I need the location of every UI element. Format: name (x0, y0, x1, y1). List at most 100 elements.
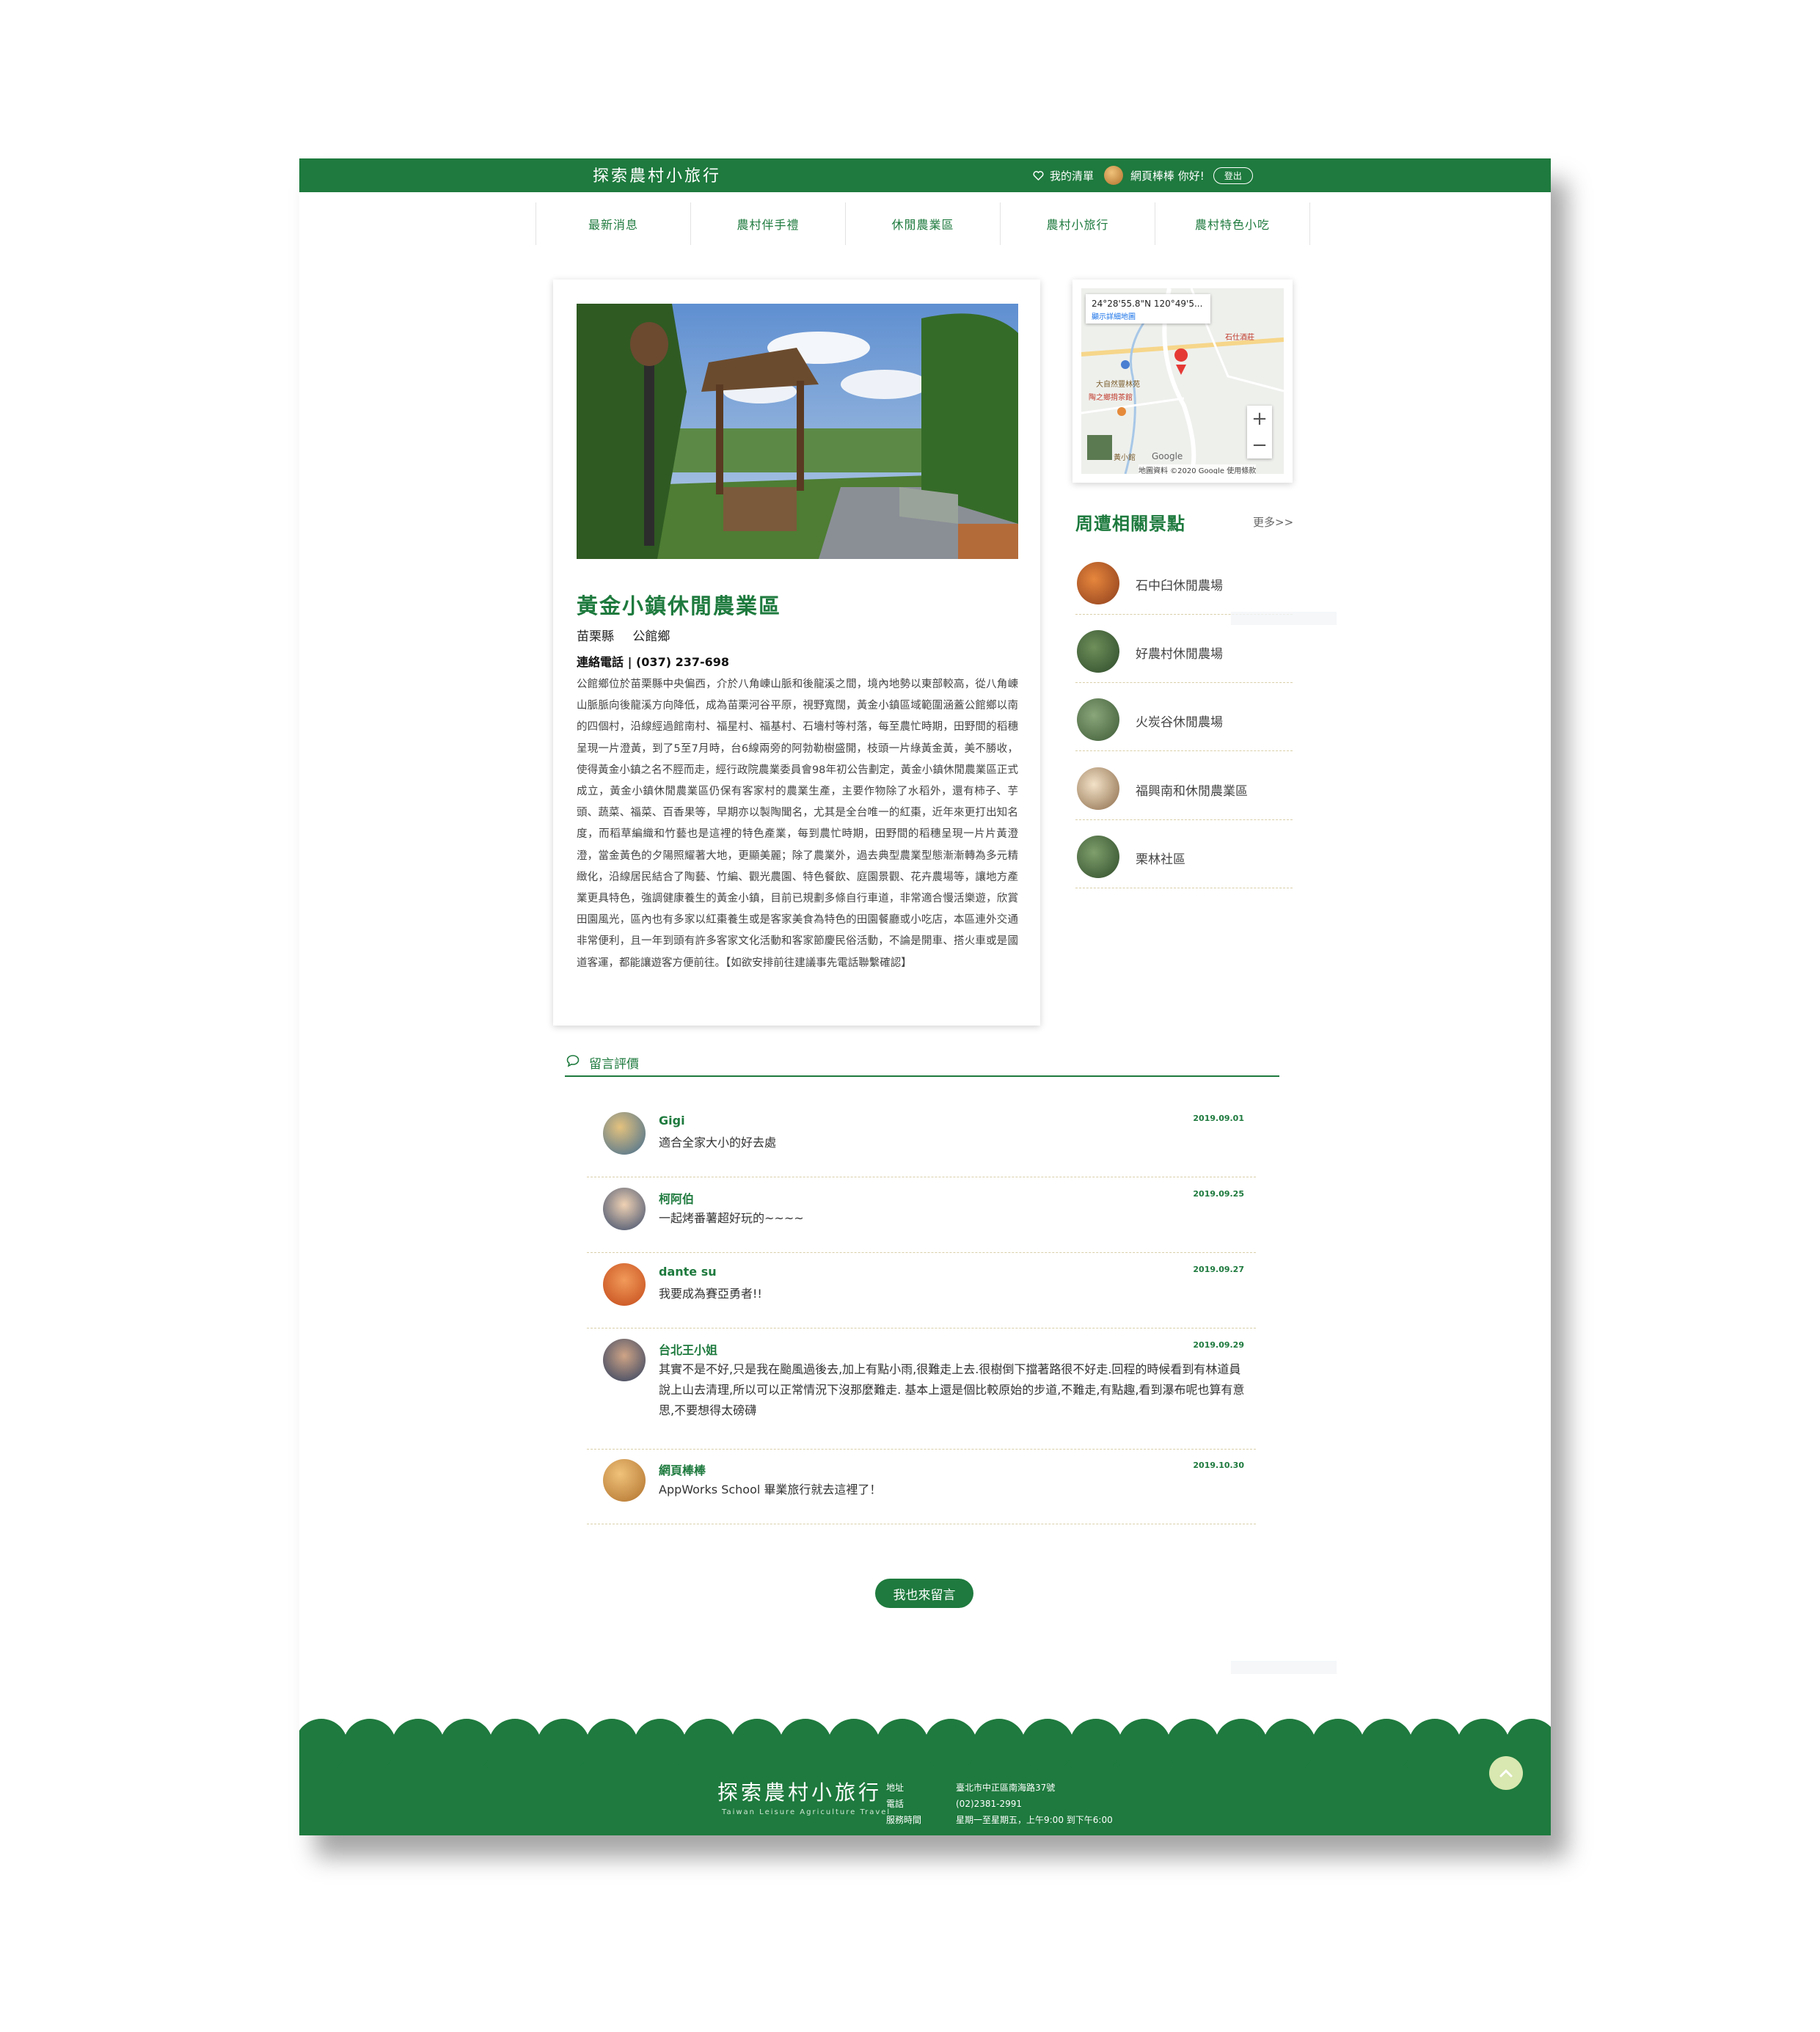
comment-avatar (603, 1188, 646, 1230)
related-thumbnail (1077, 767, 1119, 810)
footer-scallop (634, 1719, 687, 1772)
footer-hours-label: 服務時間 (886, 1815, 922, 1825)
map-zoom-control: + − (1247, 406, 1272, 458)
zoom-in-button[interactable]: + (1247, 406, 1272, 432)
google-map[interactable]: 24°28'55.8"N 120°49'5... 顯示詳細地圖 大自然豐林苑 陶… (1081, 288, 1284, 474)
footer-scallop (1312, 1719, 1364, 1772)
footer-scallop (731, 1719, 783, 1772)
related-item-name: 火炭谷休閒農場 (1136, 715, 1223, 730)
map-label-winery: 石仕酒莊 (1225, 334, 1254, 342)
map-label-teahouse: 陶之鄉揹茶館 (1089, 394, 1133, 402)
comment-item: 網頁棒棒 2019.10.30 AppWorks School 畢業旅行就去這裡… (587, 1453, 1256, 1524)
related-more-link[interactable]: 更多>> (1253, 514, 1293, 530)
comment-date: 2019.09.01 (1193, 1114, 1244, 1123)
nav-item-trips[interactable]: 農村小旅行 (1000, 202, 1155, 245)
heart-icon[interactable] (1033, 170, 1044, 181)
comments-divider (565, 1075, 1279, 1077)
footer-scallop (973, 1719, 1026, 1772)
footer-scallop (1215, 1719, 1268, 1772)
related-item[interactable]: 火炭谷休閒農場 (1075, 682, 1293, 751)
comment-text: AppWorks School 畢業旅行就去這裡了！ (659, 1483, 882, 1496)
zoom-out-button[interactable]: − (1247, 432, 1272, 458)
comment-text: 其實不是不好,只是我在颱風過後去,加上有點小雨,很難走上去.很樹倒下擋著路很不好… (659, 1362, 1245, 1417)
footer-scallop (1263, 1719, 1316, 1772)
related-thumbnail (1077, 836, 1119, 878)
footer-scallop (779, 1719, 832, 1772)
related-item[interactable]: 石中臼休閒農場 (1075, 546, 1293, 615)
comment-date: 2019.10.30 (1193, 1461, 1244, 1470)
comment-item: 台北王小姐 2019.09.29 其實不是不好,只是我在颱風過後去,加上有點小雨… (587, 1333, 1256, 1450)
page-frame: 探索農村小旅行 我的清單 網頁棒棒 你好! 登出 最新消息 農村伴手禮 休閒農業… (299, 158, 1551, 1835)
site-logo[interactable]: 探索農村小旅行 (593, 163, 721, 186)
nav-item-news[interactable]: 最新消息 (536, 202, 690, 245)
related-heading: 周遭相關景點 (1075, 514, 1185, 534)
footer-scallop (1408, 1719, 1461, 1772)
footer-values: 臺北市中正區南海路37號 (02)2381-2991 星期一至星期五，上午9:0… (956, 1780, 1113, 1828)
map-detail-link[interactable]: 顯示詳細地圖 (1092, 310, 1136, 321)
related-item-name: 好農村休閒農場 (1136, 647, 1223, 662)
leave-comment-button[interactable]: 我也來留言 (875, 1579, 973, 1608)
ghost-bar (1231, 612, 1337, 625)
farm-phone: 連絡電話 | (037) 237-698 (577, 655, 730, 669)
footer-scallop (1118, 1719, 1171, 1772)
farm-title: 黃金小鎮休閒農業區 (577, 593, 782, 618)
comment-avatar (603, 1263, 646, 1306)
footer-scallop (682, 1719, 735, 1772)
user-greeting: 網頁棒棒 你好! (1130, 169, 1205, 183)
comment-item: dante su 2019.09.27 我要成為賽亞勇者!! (587, 1257, 1256, 1329)
ghost-bar (1231, 1661, 1337, 1674)
comment-author: Gigi (659, 1114, 685, 1128)
footer-scallop (1070, 1719, 1122, 1772)
footer-address: 臺北市中正區南海路37號 (956, 1783, 1056, 1793)
logout-button[interactable]: 登出 (1213, 167, 1253, 184)
comment-text: 一起烤番薯超好玩的~~~~ (659, 1211, 804, 1225)
nav-item-leisure-areas[interactable]: 休閒農業區 (845, 202, 1000, 245)
footer-scallop (876, 1719, 929, 1772)
footer-hours: 星期一至星期五，上午9:00 到下午6:00 (956, 1815, 1113, 1825)
footer-logo[interactable]: 探索農村小旅行 (717, 1777, 882, 1806)
footer-scallop (924, 1719, 977, 1772)
footer-phone-label: 電話 (886, 1799, 904, 1809)
map-google-logo: Google (1152, 451, 1183, 461)
footer-scallop (827, 1719, 880, 1772)
farm-location: 苗栗縣 公館鄉 (577, 626, 684, 644)
comment-author: dante su (659, 1265, 717, 1279)
map-card: 24°28'55.8"N 120°49'5... 顯示詳細地圖 大自然豐林苑 陶… (1072, 279, 1293, 483)
footer-phone: (02)2381-2991 (956, 1799, 1023, 1809)
comment-date: 2019.09.29 (1193, 1340, 1244, 1350)
comment-text: 我要成為賽亞勇者!! (659, 1287, 762, 1301)
footer-background (299, 1719, 1551, 1835)
comments-heading: 留言評價 (589, 1057, 639, 1072)
comment-text: 適合全家大小的好去處 (659, 1136, 777, 1150)
farm-card: 黃金小鎮休閒農業區 苗栗縣 公館鄉 連絡電話 | (037) 237-698 公… (553, 279, 1040, 1026)
chevron-up-icon (1499, 1769, 1513, 1777)
comment-avatar (603, 1339, 646, 1381)
top-bar: 探索農村小旅行 我的清單 網頁棒棒 你好! 登出 (299, 158, 1551, 192)
farm-county: 苗栗縣 (577, 629, 614, 644)
back-to-top-button[interactable] (1489, 1756, 1523, 1790)
related-item[interactable]: 福興南和休閒農業區 (1075, 751, 1293, 820)
comment-author: 柯阿伯 (659, 1192, 695, 1206)
related-item[interactable]: 栗林社區 (1075, 819, 1293, 888)
related-item-name: 石中臼休閒農場 (1136, 579, 1223, 593)
wishlist-link[interactable]: 我的清單 (1050, 168, 1094, 183)
related-thumbnail (1077, 698, 1119, 741)
footer-scallop (343, 1719, 396, 1772)
footer-subtitle: Taiwan Leisure Agriculture Travel (722, 1808, 891, 1816)
comment-avatar (603, 1112, 646, 1155)
nav-item-snacks[interactable]: 農村特色小吃 (1155, 202, 1310, 245)
farm-township: 公館鄉 (632, 629, 670, 644)
farm-description: 公館鄉位於苗栗縣中央偏西，介於八角崠山脈和後龍溪之間，境內地勢以東部較高，從八角… (577, 679, 1018, 969)
comment-author: 台北王小姐 (659, 1343, 718, 1357)
comment-avatar (603, 1459, 646, 1502)
related-item-name: 栗林社區 (1136, 852, 1185, 867)
footer-scallop (440, 1719, 493, 1772)
footer-labels: 地址 電話 服務時間 (886, 1780, 921, 1828)
avatar[interactable] (1104, 166, 1124, 185)
footer-scallop (1166, 1719, 1219, 1772)
map-label-shop: 黃小館 (1114, 454, 1136, 462)
comment-date: 2019.09.25 (1193, 1189, 1244, 1199)
nav-item-gifts[interactable]: 農村伴手禮 (690, 202, 845, 245)
related-thumbnail (1077, 630, 1119, 673)
footer-scallop (585, 1719, 638, 1772)
